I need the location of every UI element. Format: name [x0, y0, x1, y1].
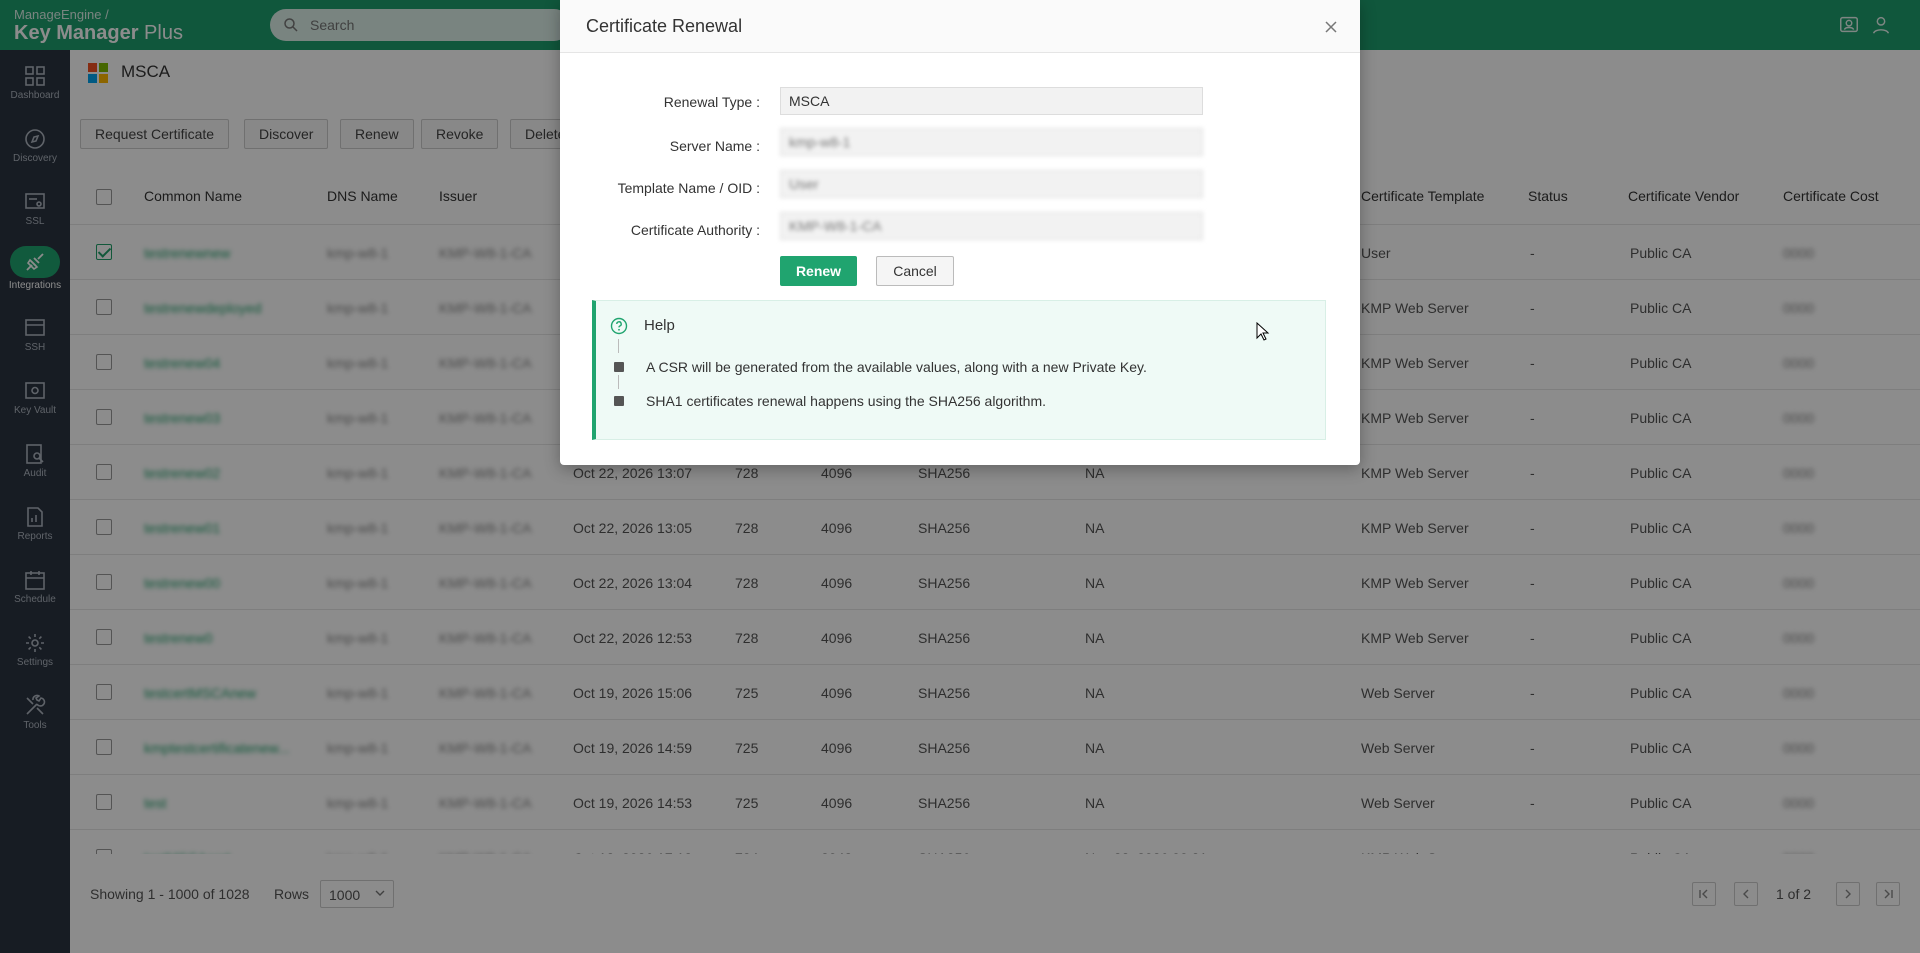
help-title: Help: [644, 317, 675, 334]
server-name-label: Server Name :: [669, 138, 760, 154]
close-icon[interactable]: [1324, 20, 1338, 34]
renewal-type-field[interactable]: [780, 87, 1203, 115]
help-item: SHA1 certificates renewal happens using …: [646, 393, 1046, 409]
server-name-field[interactable]: [780, 128, 1203, 156]
help-connector: [618, 375, 619, 389]
certificate-authority-field[interactable]: [780, 212, 1203, 240]
renew-submit-button[interactable]: Renew: [780, 256, 857, 286]
cancel-button[interactable]: Cancel: [876, 256, 954, 286]
help-bullet: [614, 362, 624, 372]
help-bullet: [614, 396, 624, 406]
template-name-label: Template Name / OID :: [617, 180, 760, 196]
dialog-header: Certificate Renewal: [560, 0, 1360, 53]
help-item: A CSR will be generated from the availab…: [646, 359, 1147, 375]
help-connector: [618, 339, 619, 353]
certificate-authority-label: Certificate Authority :: [630, 222, 760, 238]
dialog-title: Certificate Renewal: [586, 16, 743, 36]
template-name-field[interactable]: [780, 170, 1203, 198]
help-icon: [610, 317, 628, 335]
certificate-renewal-dialog: Certificate Renewal Renewal Type : Serve…: [560, 0, 1360, 465]
renewal-type-label: Renewal Type :: [663, 94, 760, 110]
mouse-cursor-icon: [1256, 322, 1270, 341]
help-panel: Help A CSR will be generated from the av…: [592, 300, 1326, 440]
